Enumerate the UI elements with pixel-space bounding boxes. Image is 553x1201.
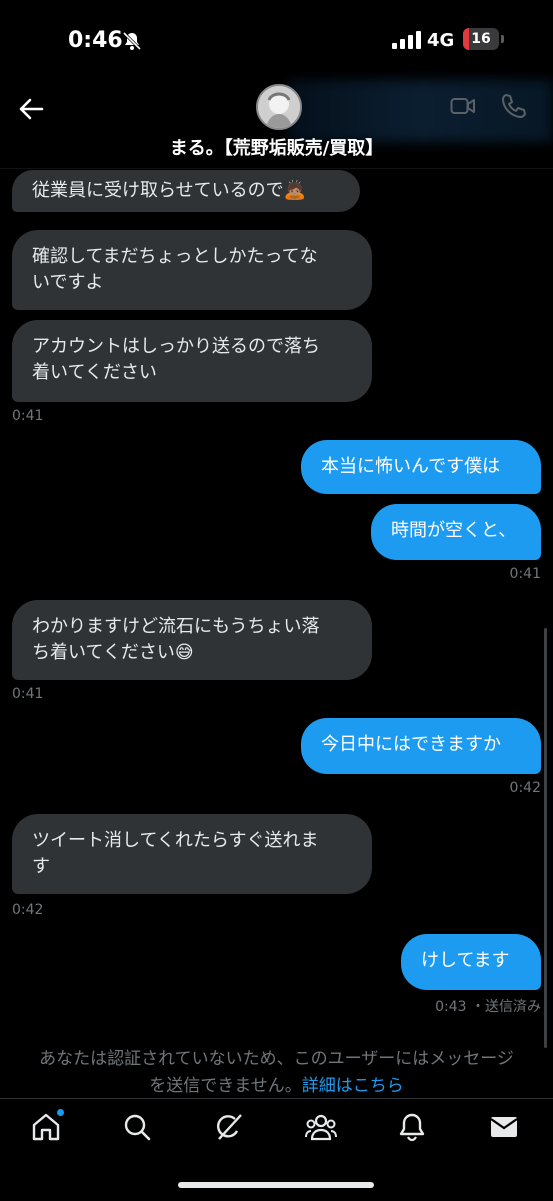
network-type: 4G: [427, 30, 455, 51]
message-text: けしてます: [421, 950, 510, 971]
battery-cap: [501, 35, 504, 43]
notice-line: を送信できません。詳細はこちら: [0, 1073, 553, 1100]
message-text-line: いですよ: [32, 272, 104, 293]
message-bubble-incoming[interactable]: 従業員に受け取らせているので🙇🏽: [12, 170, 360, 212]
message-bubble-outgoing[interactable]: 今日中にはできますか: [301, 718, 541, 774]
conversation-header: まる。【荒野垢販売/買取】: [0, 80, 553, 169]
message-text: 従業員に受け取らせているので🙇🏽: [32, 180, 307, 201]
notifications-bell-icon[interactable]: [396, 1111, 428, 1143]
message-bubble-incoming[interactable]: アカウントはしっかり送るので落ち 着いてください: [12, 320, 372, 402]
message-bubble-outgoing[interactable]: 時間が空くと、: [371, 504, 541, 560]
message-text-line: ツイート消してくれたらすぐ送れま: [32, 830, 319, 851]
avatar-illustration-icon: [258, 86, 300, 128]
message-text-line: ち着いてください😅: [32, 642, 194, 663]
bell-muted-icon: [122, 31, 142, 51]
notice-text: を送信できません。: [149, 1076, 302, 1096]
message-text-line: アカウントはしっかり送るので落ち: [32, 336, 320, 357]
message-bubble-outgoing[interactable]: けしてます: [401, 934, 541, 990]
message-text: 本当に怖いんです僕は: [321, 456, 501, 477]
message-timestamp: 0:41: [12, 408, 44, 424]
notification-dot: [57, 1109, 64, 1116]
message-timestamp: 0:41: [12, 686, 44, 702]
message-text-line: す: [32, 856, 50, 877]
status-time: 0:46: [68, 28, 123, 53]
message-timestamp: 0:41: [509, 566, 541, 582]
search-icon[interactable]: [121, 1111, 153, 1143]
home-indicator: [178, 1182, 374, 1188]
message-text-line: 確認してまだちょっとしかたってな: [32, 246, 318, 267]
grok-icon[interactable]: [213, 1111, 245, 1143]
cellular-signal-icon: [392, 31, 421, 49]
notice-line: あなたは認証されていないため、このユーザーにはメッセージ: [39, 1049, 514, 1069]
communities-icon[interactable]: [304, 1111, 337, 1143]
learn-more-link[interactable]: 詳細はこちら: [302, 1076, 404, 1096]
message-timestamp: 0:43: [435, 999, 467, 1015]
message-bubble-incoming[interactable]: ツイート消してくれたらすぐ送れま す: [12, 814, 372, 894]
home-icon[interactable]: [30, 1109, 64, 1143]
user-avatar[interactable]: [256, 84, 302, 130]
phone-icon[interactable]: [500, 92, 526, 120]
cannot-message-notice: あなたは認証されていないため、このユーザーにはメッセージ を送信できません。詳細…: [0, 1046, 553, 1100]
message-bubble-incoming[interactable]: 確認してまだちょっとしかたってな いですよ: [12, 230, 372, 310]
message-bubble-outgoing[interactable]: 本当に怖いんです僕は: [301, 440, 541, 494]
message-bubble-incoming[interactable]: わかりますけど流石にもうちょい落 ち着いてください😅: [12, 600, 372, 680]
message-thread[interactable]: 従業員に受け取らせているので🙇🏽 確認してまだちょっとしかたってな いですよ ア…: [0, 168, 553, 1048]
messages-envelope-icon[interactable]: [488, 1111, 520, 1143]
message-timestamp: 0:42: [12, 902, 44, 918]
message-timestamp: 0:42: [509, 780, 541, 796]
battery-icon: 16: [463, 28, 499, 50]
message-text: 今日中にはできますか: [321, 734, 501, 755]
video-call-icon[interactable]: [450, 94, 476, 118]
scrollbar[interactable]: [544, 628, 547, 1048]
delivery-status: ・送信済み: [471, 999, 541, 1015]
battery-percent: 16: [471, 31, 491, 47]
message-text-line: 着いてください: [32, 362, 157, 383]
status-bar: 0:46 4G 16: [0, 0, 553, 80]
back-arrow-icon[interactable]: [16, 94, 46, 124]
message-timestamp-status: 0:43 ・送信済み: [435, 996, 541, 1016]
message-text: 時間が空くと、: [391, 520, 517, 541]
message-text-line: わかりますけど流石にもうちょい落: [32, 616, 320, 637]
conversation-title[interactable]: まる。【荒野垢販売/買取】: [0, 134, 553, 160]
